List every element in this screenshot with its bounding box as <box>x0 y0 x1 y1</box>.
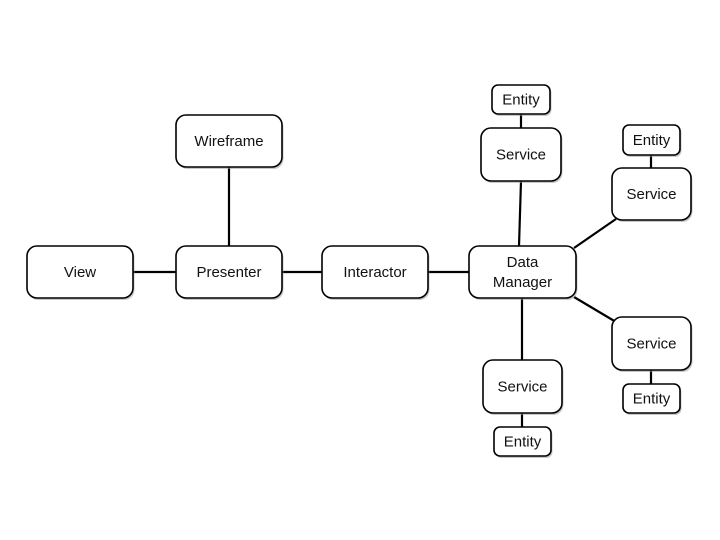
node-service-right-top: Service <box>611 167 693 222</box>
edge-data-manager-to-service-right-top <box>573 218 617 249</box>
node-data-manager: Data Manager <box>468 245 578 300</box>
node-service-bottom: Service <box>482 359 564 415</box>
node-label: Wireframe <box>194 133 263 150</box>
node-service-top: Service <box>480 127 563 183</box>
node-view: View <box>26 245 135 300</box>
node-entity-bottom: Entity <box>493 426 553 458</box>
node-label: Entity <box>633 391 671 408</box>
node-service-right-bottom: Service <box>611 316 693 372</box>
node-presenter: Presenter <box>175 245 284 300</box>
node-interactor: Interactor <box>321 245 430 300</box>
node-label: Entity <box>633 132 671 149</box>
node-label: Service <box>497 379 547 396</box>
node-entity-right-top: Entity <box>622 124 682 157</box>
nodes-layer: View Presenter Wireframe Interactor Data Mana… <box>26 84 693 458</box>
viper-architecture-diagram: View Presenter Wireframe Interactor Data Mana… <box>26 84 693 458</box>
node-label: Presenter <box>196 264 261 281</box>
node-label: Data <box>507 254 539 271</box>
node-wireframe: Wireframe <box>175 114 284 169</box>
node-label: View <box>64 264 96 281</box>
node-label: Service <box>626 336 676 353</box>
node-label: Service <box>626 186 676 203</box>
node-label: Entity <box>502 92 540 109</box>
node-label: Manager <box>493 274 552 291</box>
node-label: Entity <box>504 434 542 451</box>
node-label: Interactor <box>343 264 406 281</box>
edge-data-manager-to-service-top <box>517 180 523 247</box>
node-entity-top: Entity <box>491 84 552 116</box>
node-label: Service <box>496 147 546 164</box>
node-entity-right-bottom: Entity <box>622 383 682 415</box>
edge-data-manager-to-service-right-bottom <box>573 296 617 323</box>
